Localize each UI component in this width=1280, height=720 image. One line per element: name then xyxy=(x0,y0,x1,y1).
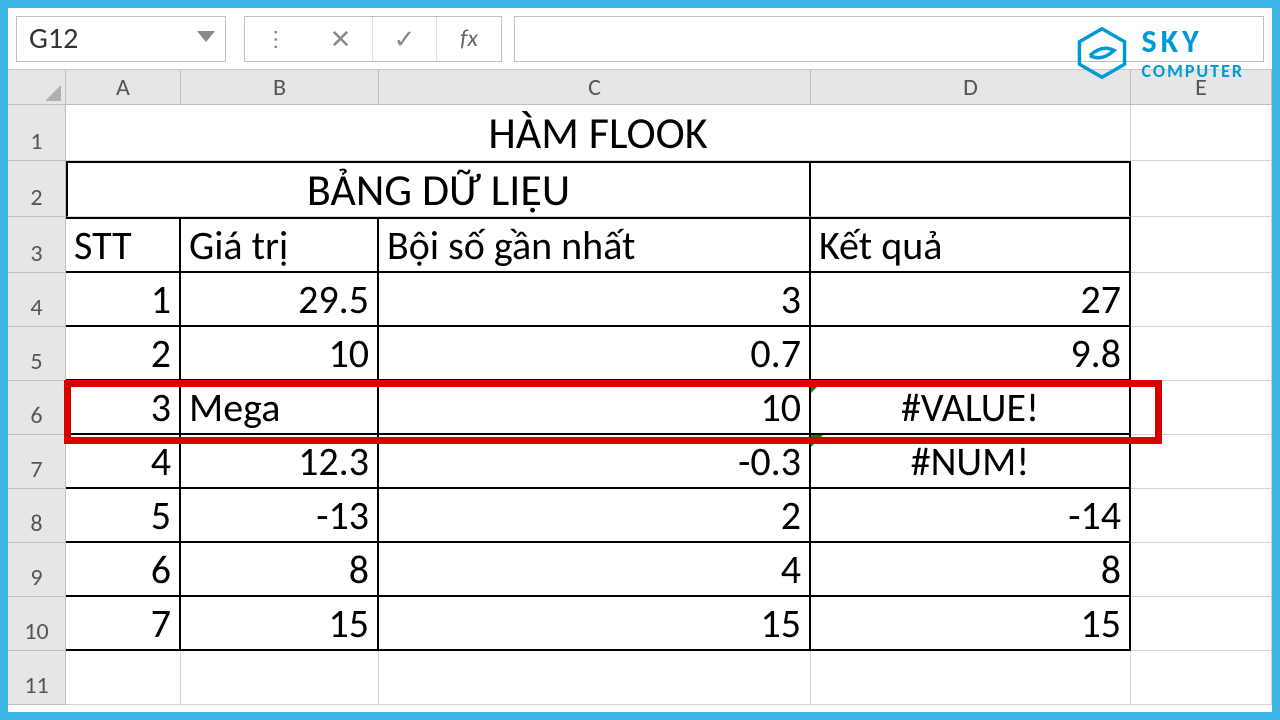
table-row: 2 BẢNG DỮ LIỆU xyxy=(8,161,1272,217)
cell[interactable] xyxy=(811,651,1131,705)
cell[interactable] xyxy=(66,651,181,705)
cell[interactable] xyxy=(1131,651,1272,705)
cell-giatri[interactable]: -13 xyxy=(181,489,379,543)
cell-ketqua[interactable]: #NUM! xyxy=(811,435,1131,489)
cell-boiso[interactable]: 3 xyxy=(379,273,811,327)
cell-boiso[interactable]: 2 xyxy=(379,489,811,543)
cell-giatri[interactable]: 10 xyxy=(181,327,379,381)
row-header-10[interactable]: 10 xyxy=(8,597,66,651)
column-header-C[interactable]: C xyxy=(379,70,811,105)
name-box[interactable]: G12 xyxy=(16,16,226,62)
row-header-4[interactable]: 4 xyxy=(8,273,66,327)
row-header-1[interactable]: 1 xyxy=(8,105,66,161)
more-icon[interactable]: ⋯ xyxy=(255,7,299,71)
title-cell[interactable]: HÀM FLOOK xyxy=(66,105,1131,161)
cell[interactable] xyxy=(379,651,811,705)
column-header-A[interactable]: A xyxy=(66,70,181,105)
table-row: 107151515 xyxy=(8,597,1272,651)
fx-button[interactable]: fx xyxy=(437,17,501,61)
cell[interactable] xyxy=(1131,597,1272,651)
cell-stt[interactable]: 6 xyxy=(66,543,181,597)
header-giatri[interactable]: Giá trị xyxy=(181,217,379,273)
cell[interactable] xyxy=(1131,381,1272,435)
table-row: 11 xyxy=(8,651,1272,705)
cell-giatri[interactable]: Mega xyxy=(181,381,379,435)
table-row: 96848 xyxy=(8,543,1272,597)
table-row: 7412.3-0.3#NUM! xyxy=(8,435,1272,489)
cell-ketqua[interactable]: 15 xyxy=(811,597,1131,651)
logo-text-sub: COMPUTER xyxy=(1142,62,1244,80)
cell-ketqua[interactable]: 9.8 xyxy=(811,327,1131,381)
cell-boiso[interactable]: 4 xyxy=(379,543,811,597)
row-header-11[interactable]: 11 xyxy=(8,651,66,705)
table-row: 52100.79.8 xyxy=(8,327,1272,381)
cell-giatri[interactable]: 12.3 xyxy=(181,435,379,489)
cell[interactable] xyxy=(1131,543,1272,597)
cell-ketqua[interactable]: -14 xyxy=(811,489,1131,543)
cell[interactable] xyxy=(1131,161,1272,217)
cell[interactable] xyxy=(181,651,379,705)
cell-stt[interactable]: 7 xyxy=(66,597,181,651)
brand-logo: SKY COMPUTER xyxy=(1076,26,1244,80)
spreadsheet-grid[interactable]: A B C D E 1 HÀM FLOOK 2 BẢNG DỮ LIỆU 3 S… xyxy=(8,70,1272,705)
cell[interactable] xyxy=(1131,217,1272,273)
cell-boiso[interactable]: 10 xyxy=(379,381,811,435)
cell[interactable] xyxy=(1131,489,1272,543)
cell-boiso[interactable]: 0.7 xyxy=(379,327,811,381)
row-header-9[interactable]: 9 xyxy=(8,543,66,597)
header-boiso[interactable]: Bội số gần nhất xyxy=(379,217,811,273)
row-header-8[interactable]: 8 xyxy=(8,489,66,543)
header-stt[interactable]: STT xyxy=(66,217,181,273)
cell-giatri[interactable]: 29.5 xyxy=(181,273,379,327)
cell[interactable] xyxy=(811,161,1131,217)
header-ketqua[interactable]: Kết quả xyxy=(811,217,1131,273)
cell-stt[interactable]: 5 xyxy=(66,489,181,543)
table-row: 1 HÀM FLOOK xyxy=(8,105,1272,161)
cell-stt[interactable]: 1 xyxy=(66,273,181,327)
cell-giatri[interactable]: 15 xyxy=(181,597,379,651)
fx-label: fx xyxy=(460,24,478,53)
cell-boiso[interactable]: 15 xyxy=(379,597,811,651)
table-row: 3 STT Giá trị Bội số gần nhất Kết quả xyxy=(8,217,1272,273)
cell-giatri[interactable]: 8 xyxy=(181,543,379,597)
row-header-6[interactable]: 6 xyxy=(8,381,66,435)
cell-stt[interactable]: 2 xyxy=(66,327,181,381)
cell-ketqua[interactable]: 27 xyxy=(811,273,1131,327)
select-all-cell[interactable] xyxy=(8,70,66,105)
table-row: 85-132-14 xyxy=(8,489,1272,543)
cancel-icon[interactable]: ✕ xyxy=(309,17,373,61)
cell-reference: G12 xyxy=(29,20,78,57)
confirm-icon[interactable]: ✓ xyxy=(373,17,437,61)
row-header-2[interactable]: 2 xyxy=(8,161,66,217)
cell[interactable] xyxy=(1131,105,1272,161)
row-header-5[interactable]: 5 xyxy=(8,327,66,381)
cell-stt[interactable]: 3 xyxy=(66,381,181,435)
table-row: 63Mega10#VALUE! xyxy=(8,381,1272,435)
cell-ketqua[interactable]: #VALUE! xyxy=(811,381,1131,435)
cell-ketqua[interactable]: 8 xyxy=(811,543,1131,597)
column-header-B[interactable]: B xyxy=(181,70,379,105)
logo-text-top: SKY xyxy=(1142,26,1244,58)
table-row: 4129.5327 xyxy=(8,273,1272,327)
logo-icon xyxy=(1076,27,1128,79)
cell-boiso[interactable]: -0.3 xyxy=(379,435,811,489)
dropdown-icon[interactable] xyxy=(197,31,215,42)
row-header-3[interactable]: 3 xyxy=(8,217,66,273)
row-header-7[interactable]: 7 xyxy=(8,435,66,489)
cell[interactable] xyxy=(1131,327,1272,381)
formula-bar-buttons: ⋯ ✕ ✓ fx xyxy=(244,16,502,62)
cell[interactable] xyxy=(1131,435,1272,489)
cell[interactable] xyxy=(1131,273,1272,327)
cell-stt[interactable]: 4 xyxy=(66,435,181,489)
subtitle-cell[interactable]: BẢNG DỮ LIỆU xyxy=(66,161,811,217)
